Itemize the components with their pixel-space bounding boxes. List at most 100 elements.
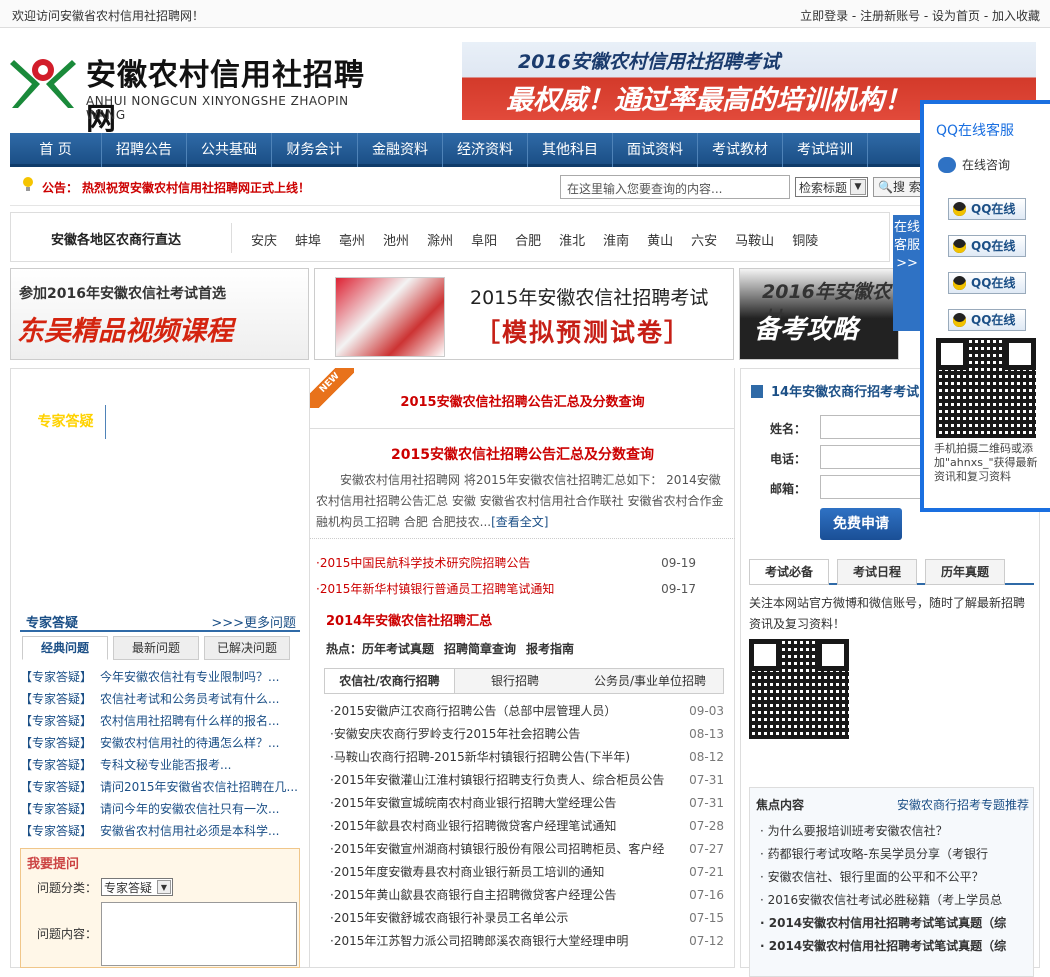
list-item[interactable]: ·2015年安徽灌山江淮村镇银行招聘支行负责人、综合柜员公告 07-31 bbox=[324, 769, 724, 792]
city-link[interactable]: 淮北 bbox=[559, 234, 585, 249]
list-item[interactable]: ·2015年新华村镇银行普通员工招聘笔试通知 09-17 bbox=[316, 576, 726, 602]
qq-online-button[interactable]: QQ在线 bbox=[948, 309, 1026, 331]
tab-civil-service[interactable]: 公务员/事业单位招聘 bbox=[575, 669, 725, 693]
city-link[interactable]: 滁州 bbox=[427, 234, 453, 249]
list-item[interactable]: 【专家答疑】 安徽省农村信用社必须是本科学... bbox=[20, 820, 300, 842]
qq-online-button[interactable]: QQ在线 bbox=[948, 235, 1026, 257]
list-item[interactable]: · 安徽农信社、银行里面的公平和不公平？ bbox=[760, 866, 1030, 889]
search-input[interactable]: 在这里输入您要查询的内容... bbox=[560, 175, 790, 199]
online-service-tab[interactable]: 在线客服>> bbox=[893, 215, 921, 331]
tab-solved[interactable]: 已解决问题 bbox=[204, 636, 290, 660]
city-link[interactable]: 安庆 bbox=[251, 234, 277, 249]
list-item[interactable]: 【专家答疑】 请问2015年安徽省农信社招聘在几... bbox=[20, 776, 300, 798]
main-nav: 首 页 招聘公告 公共基础 财务会计 金融资料 经济资料 其他科目 面试资料 考… bbox=[10, 133, 1050, 439]
focus-more-link[interactable]: 安徽农商行招考专题推荐 bbox=[897, 796, 1029, 813]
nav-finance[interactable]: 金融资料 bbox=[358, 133, 443, 167]
city-link[interactable]: 池州 bbox=[383, 234, 409, 249]
list-item[interactable]: · 2014安徽农村信用社招聘考试笔试真题（综 bbox=[760, 912, 1030, 935]
nav-basics[interactable]: 公共基础 bbox=[187, 133, 272, 167]
faq-more-link[interactable]: >>>更多问题 bbox=[211, 612, 296, 631]
qq-online-button[interactable]: QQ在线 bbox=[948, 198, 1026, 220]
region-cities: 安庆 蚌埠 亳州 池州 滁州 阜阳 合肥 淮北 淮南 黄山 六安 马鞍山 铜陵 bbox=[251, 230, 836, 249]
list-item[interactable]: ·2015年江苏智力派公司招聘郎溪农商银行大堂经理申明 07-12 bbox=[324, 930, 724, 953]
list-item[interactable]: 【专家答疑】 农村信用社招聘有什么样的报名... bbox=[20, 710, 300, 732]
hot-link[interactable]: 招聘简章查询 bbox=[444, 642, 516, 656]
nav-notice[interactable]: 招聘公告 bbox=[102, 133, 187, 167]
tab-classic[interactable]: 经典问题 bbox=[22, 636, 108, 660]
exam-tabs: 考试必备 考试日程 历年真题 bbox=[749, 559, 1034, 585]
list-item[interactable]: · 为什么要报培训班考安徽农信社？ bbox=[760, 820, 1030, 843]
list-item[interactable]: · 2016安徽农信社考试必胜秘籍（考上学员总 bbox=[760, 889, 1030, 912]
search-scope-value: 检索标题 bbox=[799, 181, 848, 195]
ad-mock-exam[interactable]: 2015年安徽农信社招聘考试 ［模拟预测试卷］ bbox=[314, 268, 734, 360]
read-more-link[interactable]: [查看全文] bbox=[491, 515, 548, 529]
list-item[interactable]: 【专家答疑】 专科文秘专业能否报考... bbox=[20, 754, 300, 776]
notice-text[interactable]: 热烈祝贺安徽农村信用社招聘网正式上线！ bbox=[82, 179, 310, 196]
nav-interview[interactable]: 面试资料 bbox=[613, 133, 698, 167]
nav-training[interactable]: 考试培训 bbox=[783, 133, 868, 167]
list-item[interactable]: ·2015年黄山歙县农商银行自主招聘微贷客户经理公告 07-16 bbox=[324, 884, 724, 907]
tab-bank[interactable]: 银行招聘 bbox=[455, 669, 575, 693]
list-item[interactable]: ·马鞍山农商行招聘-2015新华村镇银行招聘公告(下半年) 08-12 bbox=[324, 746, 724, 769]
list-item[interactable]: 【专家答疑】 农信社考试和公务员考试有什么... bbox=[20, 688, 300, 710]
city-link[interactable]: 六安 bbox=[691, 234, 717, 249]
top-links[interactable]: 立即登录 - 注册新账号 - 设为首页 - 加入收藏 bbox=[800, 7, 1040, 24]
city-link[interactable]: 淮南 bbox=[603, 234, 629, 249]
tab-essentials[interactable]: 考试必备 bbox=[749, 559, 829, 585]
list-item[interactable]: ·2015安徽庐江农商行招聘公告（总部中层管理人员） 09-03 bbox=[324, 700, 724, 723]
list-item[interactable]: 【专家答疑】 请问今年的安徽农信社只有一次... bbox=[20, 798, 300, 820]
nav-home[interactable]: 首 页 bbox=[10, 133, 102, 167]
ad-strategy[interactable]: 2016年安徽农村 备考攻略 bbox=[739, 268, 899, 360]
list-item[interactable]: 【专家答疑】 今年安徽农信社有专业限制吗？... bbox=[20, 666, 300, 688]
city-link[interactable]: 亳州 bbox=[339, 234, 365, 249]
qq-online-button[interactable]: QQ在线 bbox=[948, 272, 1026, 294]
headline-link[interactable]: 2015安徽农信社招聘公告汇总及分数查询 bbox=[310, 391, 735, 410]
news-title: 2015中国民航科学技术研究院招聘公告 bbox=[319, 556, 531, 570]
item-date: 09-03 bbox=[685, 700, 724, 723]
list-item[interactable]: ·2015年度安徽寿县农村商业银行新员工培训的通知 07-21 bbox=[324, 861, 724, 884]
ad-video-course[interactable]: 参加2016年安徽农信社考试首选 东吴精品视频课程 bbox=[10, 268, 309, 360]
wechat-qr-code bbox=[749, 639, 849, 739]
search-scope-select[interactable]: 检索标题 ▼ bbox=[795, 177, 868, 197]
nav-accounting[interactable]: 财务会计 bbox=[272, 133, 358, 167]
list-item[interactable]: 【专家答疑】 安徽农村信用社的待遇怎么样？... bbox=[20, 732, 300, 754]
site-logo[interactable]: 安徽农村信用社招聘网 ANHUI NONGCUN XINYONGSHE ZHAO… bbox=[10, 48, 390, 137]
list-item[interactable]: · 药都银行考试攻略-东吴学员分享（考银行 bbox=[760, 843, 1030, 866]
list-item[interactable]: ·2015年安徽宣州湖商村镇银行股份有限公司招聘柜员、客户经 07-27 bbox=[324, 838, 724, 861]
nav-textbook[interactable]: 考试教材 bbox=[698, 133, 783, 167]
city-link[interactable]: 黄山 bbox=[647, 234, 673, 249]
tab-past-papers[interactable]: 历年真题 bbox=[925, 559, 1005, 585]
city-link[interactable]: 铜陵 bbox=[792, 234, 818, 249]
list-item[interactable]: ·2015中国民航科学技术研究院招聘公告 09-19 bbox=[316, 550, 726, 576]
city-link[interactable]: 合肥 bbox=[515, 234, 541, 249]
nav-other[interactable]: 其他科目 bbox=[528, 133, 613, 167]
online-consult[interactable]: 在线咨询 bbox=[938, 156, 1010, 173]
news-date: 09-19 bbox=[661, 556, 696, 570]
faq-question: 请问今年的安徽农信社只有一次... bbox=[100, 802, 280, 816]
hot-link[interactable]: 热点：历年考试真题 bbox=[326, 642, 434, 656]
city-link[interactable]: 马鞍山 bbox=[735, 234, 774, 249]
follow-text: 关注本网站官方微博和微信账号，随时了解最新招聘资讯及复习资料！ bbox=[749, 596, 1026, 631]
tab-schedule[interactable]: 考试日程 bbox=[837, 559, 917, 585]
list-item[interactable]: ·2015年安徽宣城皖南农村商业银行招聘大堂经理公告 07-31 bbox=[324, 792, 724, 815]
online-consult-label: 在线咨询 bbox=[962, 158, 1011, 172]
hot-link[interactable]: 报考指南 bbox=[526, 642, 574, 656]
ask-category-select[interactable]: 专家答疑 ▼ bbox=[101, 878, 173, 896]
ask-category-value: 专家答疑 bbox=[104, 881, 153, 895]
search-button[interactable]: 🔍搜 索 bbox=[873, 177, 923, 197]
list-item[interactable]: ·2015年安徽舒城农商银行补录员工名单公示 07-15 bbox=[324, 907, 724, 930]
faq-tag: 【专家答疑】 bbox=[20, 736, 93, 750]
apply-button[interactable]: 免费申请 bbox=[820, 508, 902, 540]
city-link[interactable]: 蚌埠 bbox=[295, 234, 321, 249]
faq-tag: 【专家答疑】 bbox=[20, 692, 93, 706]
nav-economy[interactable]: 经济资料 bbox=[443, 133, 528, 167]
tab-latest[interactable]: 最新问题 bbox=[113, 636, 199, 660]
tab-rural-bank[interactable]: 农信社/农商行招聘 bbox=[325, 669, 455, 693]
city-link[interactable]: 阜阳 bbox=[471, 234, 497, 249]
bulb-icon bbox=[23, 177, 33, 191]
ask-content-input[interactable] bbox=[101, 902, 297, 966]
list-item[interactable]: ·安徽安庆农商行罗岭支行2015年社会招聘公告 08-13 bbox=[324, 723, 724, 746]
list-item[interactable]: ·2015年歙县农村商业银行招聘微贷客户经理笔试通知 07-28 bbox=[324, 815, 724, 838]
article-title[interactable]: 2015安徽农信社招聘公告汇总及分数查询 bbox=[310, 444, 735, 464]
book-icon bbox=[751, 385, 763, 398]
